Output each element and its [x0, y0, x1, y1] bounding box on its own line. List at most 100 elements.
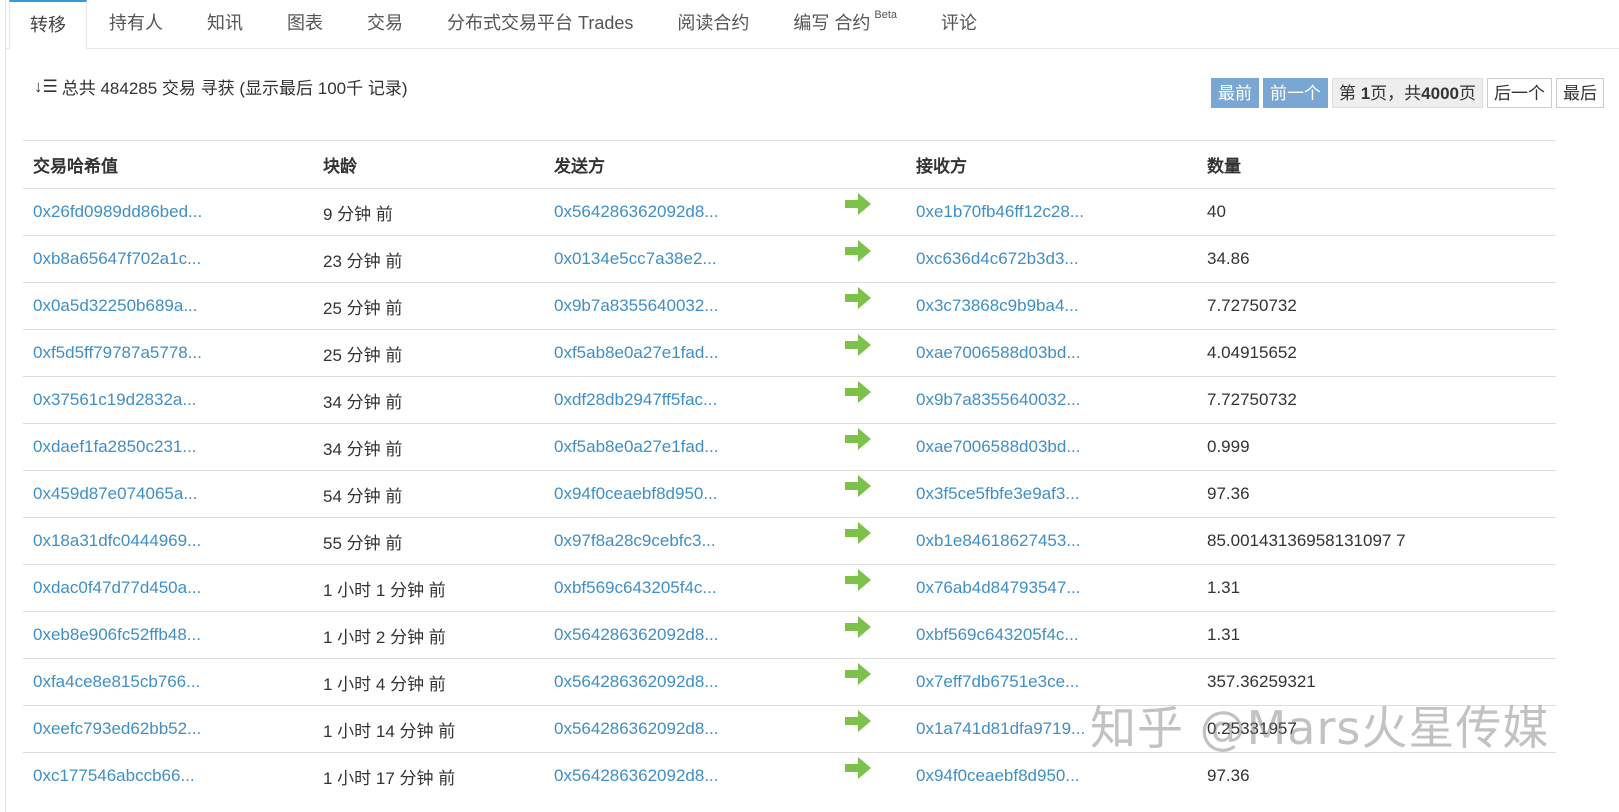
- to-address-link[interactable]: 0xc636d4c672b3d3...: [916, 249, 1079, 268]
- cell-to: 0xbf569c643205f4c...: [906, 611, 1197, 659]
- tx-hash-link[interactable]: 0xfa4ce8e815cb766...: [33, 672, 200, 691]
- tab-4[interactable]: 交易: [345, 0, 425, 48]
- cell-to: 0xb1e84618627453...: [906, 517, 1197, 565]
- from-address-link[interactable]: 0xdf28db2947ff5fac...: [554, 390, 717, 409]
- tx-hash-link[interactable]: 0xeb8e906fc52ffb48...: [33, 625, 201, 644]
- from-address-link[interactable]: 0x97f8a28c9cebfc3...: [554, 531, 716, 550]
- to-address-link[interactable]: 0x7eff7db6751e3ce...: [916, 672, 1079, 691]
- cell-tx-hash: 0x18a31dfc0444969...: [23, 517, 313, 565]
- to-address-link[interactable]: 0xb1e84618627453...: [916, 531, 1081, 550]
- cell-from: 0x564286362092d8...: [544, 658, 835, 706]
- tx-hash-link[interactable]: 0xc177546abccb66...: [33, 766, 195, 785]
- cell-from: 0x94f0ceaebf8d950...: [544, 470, 835, 518]
- cell-direction: [835, 705, 906, 753]
- cell-to: 0x3f5ce5fbfe3e9af3...: [906, 470, 1197, 518]
- table-row: 0x18a31dfc0444969... 55 分钟 前 0x97f8a28c9ce…: [23, 517, 1556, 565]
- from-address-link[interactable]: 0x0134e5cc7a38e2...: [554, 249, 717, 268]
- last-page-button[interactable]: 最后: [1556, 78, 1604, 108]
- from-address-link[interactable]: 0x564286362092d8...: [554, 202, 719, 221]
- tab-label: 编写 合约: [793, 13, 871, 33]
- from-address-link[interactable]: 0xbf569c643205f4c...: [554, 578, 717, 597]
- cell-age: 1 小时 17 分钟 前: [313, 752, 544, 800]
- tx-hash-link[interactable]: 0xeefc793ed62bb52...: [33, 719, 201, 738]
- to-address-link[interactable]: 0x3f5ce5fbfe3e9af3...: [916, 484, 1080, 503]
- to-address-link[interactable]: 0xbf569c643205f4c...: [916, 625, 1079, 644]
- quantity-text: 85.00143136958131097 7: [1207, 531, 1406, 550]
- quantity-text: 97.36: [1207, 766, 1250, 786]
- cell-to: 0xc636d4c672b3d3...: [906, 235, 1197, 283]
- to-address-link[interactable]: 0xe1b70fb46ff12c28...: [916, 202, 1084, 221]
- tab-3[interactable]: 图表: [265, 0, 345, 48]
- page-info-prefix: 第: [1338, 84, 1361, 103]
- table-row: 0xeefc793ed62bb52... 1 小时 14 分钟 前 0x564286…: [23, 705, 1556, 753]
- to-address-link[interactable]: 0xae7006588d03bd...: [916, 437, 1081, 456]
- from-address-link[interactable]: 0x564286362092d8...: [554, 625, 719, 644]
- prev-page-button[interactable]: 前一个: [1262, 78, 1328, 108]
- tab-5[interactable]: 分布式交易平台 Trades: [425, 0, 655, 48]
- tab-0[interactable]: 转移: [9, 0, 87, 49]
- tab-2[interactable]: 知讯: [185, 0, 265, 48]
- cell-from: 0xf5ab8e0a27e1fad...: [544, 423, 835, 471]
- to-address-link[interactable]: 0x76ab4d84793547...: [916, 578, 1081, 597]
- arrow-right-icon: [845, 756, 871, 779]
- first-page-button[interactable]: 最前: [1210, 78, 1259, 108]
- to-address-link[interactable]: 0xae7006588d03bd...: [916, 343, 1081, 362]
- from-address-link[interactable]: 0x564286362092d8...: [554, 766, 719, 785]
- tx-hash-link[interactable]: 0xdac0f47d77d450a...: [33, 578, 201, 597]
- cell-age: 25 分钟 前: [313, 329, 544, 377]
- cell-age: 23 分钟 前: [313, 235, 544, 283]
- table-row: 0xdaef1fa2850c231... 34 分钟 前 0xf5ab8e0a27e…: [23, 423, 1556, 471]
- cell-direction: [835, 752, 906, 800]
- from-address-link[interactable]: 0x94f0ceaebf8d950...: [554, 484, 718, 503]
- current-page: 1: [1360, 84, 1371, 103]
- header-from: 发送方: [544, 140, 835, 189]
- cell-from: 0x564286362092d8...: [544, 188, 835, 236]
- arrow-right-icon: [845, 709, 871, 732]
- cell-to: 0xae7006588d03bd...: [906, 329, 1197, 377]
- from-address-link[interactable]: 0x9b7a8355640032...: [554, 296, 719, 315]
- tab-label: 图表: [287, 13, 323, 33]
- cell-quantity: 0.999: [1197, 423, 1556, 471]
- cell-from: 0x564286362092d8...: [544, 705, 835, 753]
- tab-6[interactable]: 阅读合约: [655, 0, 771, 48]
- cell-age: 54 分钟 前: [313, 470, 544, 518]
- sort-desc-icon[interactable]: ↓☰: [34, 77, 58, 97]
- tx-hash-link[interactable]: 0x26fd0989dd86bed...: [33, 202, 202, 221]
- cell-quantity: 34.86: [1197, 235, 1556, 283]
- age-text: 23 分钟 前: [323, 251, 403, 271]
- tab-8[interactable]: 评论: [919, 0, 999, 48]
- cell-tx-hash: 0x37561c19d2832a...: [23, 376, 313, 424]
- from-address-link[interactable]: 0xf5ab8e0a27e1fad...: [554, 343, 718, 362]
- quantity-text: 357.36259321: [1207, 672, 1316, 691]
- tab-7[interactable]: 编写 合约 Beta: [771, 0, 919, 48]
- cell-to: 0xe1b70fb46ff12c28...: [906, 188, 1197, 236]
- cell-quantity: 85.00143136958131097 7: [1197, 517, 1556, 565]
- tx-hash-link[interactable]: 0x18a31dfc0444969...: [33, 531, 201, 550]
- tx-hash-link[interactable]: 0xdaef1fa2850c231...: [33, 437, 197, 456]
- tx-hash-link[interactable]: 0xf5d5ff79787a5778...: [33, 343, 202, 362]
- tx-hash-link[interactable]: 0x459d87e074065a...: [33, 484, 198, 503]
- from-address-link[interactable]: 0x564286362092d8...: [554, 719, 719, 738]
- to-address-link[interactable]: 0x94f0ceaebf8d950...: [916, 766, 1080, 785]
- cell-from: 0xf5ab8e0a27e1fad...: [544, 329, 835, 377]
- cell-from: 0xbf569c643205f4c...: [544, 564, 835, 612]
- from-address-link[interactable]: 0xf5ab8e0a27e1fad...: [554, 437, 718, 456]
- cell-from: 0x97f8a28c9cebfc3...: [544, 517, 835, 565]
- transfer-summary: ↓☰ 总共 484285 交易 寻获 (显示最后 100千 记录): [34, 74, 408, 99]
- cell-quantity: 97.36: [1197, 470, 1556, 518]
- to-address-link[interactable]: 0x9b7a8355640032...: [916, 390, 1081, 409]
- tx-hash-link[interactable]: 0xb8a65647f702a1c...: [33, 249, 201, 268]
- age-text: 1 小时 4 分钟 前: [323, 674, 446, 694]
- tx-hash-link[interactable]: 0x37561c19d2832a...: [33, 390, 197, 409]
- to-address-link[interactable]: 0x3c73868c9b9ba4...: [916, 296, 1079, 315]
- from-address-link[interactable]: 0x564286362092d8...: [554, 672, 719, 691]
- tx-hash-link[interactable]: 0x0a5d32250b689a...: [33, 296, 198, 315]
- cell-quantity: 1.31: [1197, 564, 1556, 612]
- cell-tx-hash: 0x26fd0989dd86bed...: [23, 188, 313, 236]
- pagination: 最前 前一个 第 1页，共4000页 后一个 最后: [1210, 78, 1604, 108]
- to-address-link[interactable]: 0x1a741d81dfa9719...: [916, 719, 1085, 738]
- cell-age: 1 小时 4 分钟 前: [313, 658, 544, 706]
- tab-1[interactable]: 持有人: [87, 0, 185, 48]
- next-page-button[interactable]: 后一个: [1487, 78, 1552, 108]
- page-info-mid: 页，共: [1370, 84, 1422, 103]
